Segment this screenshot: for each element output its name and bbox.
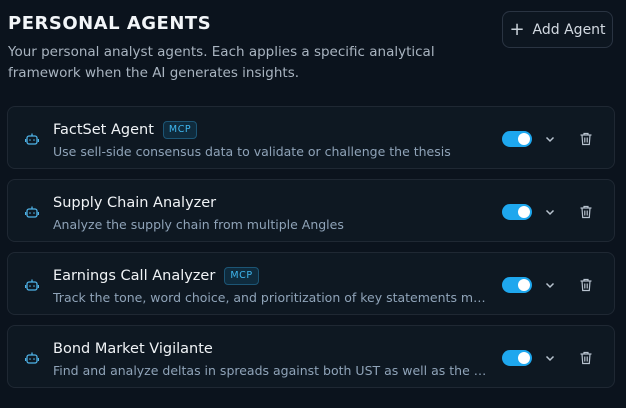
agent-name-row: Bond Market Vigilante [53,339,213,359]
agent-description: Analyze the supply chain from multiple A… [53,217,344,232]
bot-icon [25,352,39,364]
trash-icon[interactable] [579,132,593,146]
agent-description: Find and analyze deltas in spreads again… [53,363,493,378]
bot-icon [25,279,39,291]
agent-name: FactSet Agent [53,122,154,138]
agent-name-row: FactSet Agent MCP [53,120,198,140]
agent-card: Earnings Call Analyzer MCP Track the ton… [7,252,615,315]
trash-icon[interactable] [579,278,593,292]
agent-card: Bond Market Vigilante Find and analyze d… [7,325,615,388]
agent-enabled-toggle[interactable] [502,350,532,366]
agent-card: Supply Chain Analyzer Analyze the supply… [7,179,615,242]
toggle-knob [518,206,530,218]
chevron-down-icon[interactable] [544,279,556,291]
agent-enabled-toggle[interactable] [502,204,532,220]
add-agent-label: Add Agent [532,21,606,38]
agent-name-row: Supply Chain Analyzer [53,193,216,213]
bot-icon [25,206,39,218]
agent-description: Track the tone, word choice, and priorit… [53,290,493,305]
agent-enabled-toggle[interactable] [502,131,532,147]
trash-icon[interactable] [579,205,593,219]
agent-card: FactSet Agent MCP Use sell-side consensu… [7,106,615,169]
trash-icon[interactable] [579,351,593,365]
page-header: PERSONAL AGENTS Your personal analyst ag… [8,12,488,84]
chevron-down-icon[interactable] [544,206,556,218]
agent-name: Bond Market Vigilante [53,341,213,357]
mcp-badge: MCP [162,121,198,139]
page-title: PERSONAL AGENTS [8,13,212,34]
agent-description: Use sell-side consensus data to validate… [53,144,451,159]
plus-icon: + [509,18,525,40]
bot-icon [25,133,39,145]
agent-name: Supply Chain Analyzer [53,195,217,211]
chevron-down-icon[interactable] [544,133,556,145]
page-description: Your personal analyst agents. Each appli… [8,44,435,81]
agent-list: FactSet Agent MCP Use sell-side consensu… [7,106,615,398]
toggle-knob [518,352,530,364]
toggle-knob [518,133,530,145]
agent-name: Earnings Call Analyzer [53,268,216,284]
add-agent-button[interactable]: + Add Agent [502,11,613,48]
agent-name-row: Earnings Call Analyzer MCP [53,266,259,286]
toggle-knob [518,279,530,291]
mcp-badge: MCP [224,267,259,285]
chevron-down-icon[interactable] [544,352,556,364]
agent-enabled-toggle[interactable] [502,277,532,293]
